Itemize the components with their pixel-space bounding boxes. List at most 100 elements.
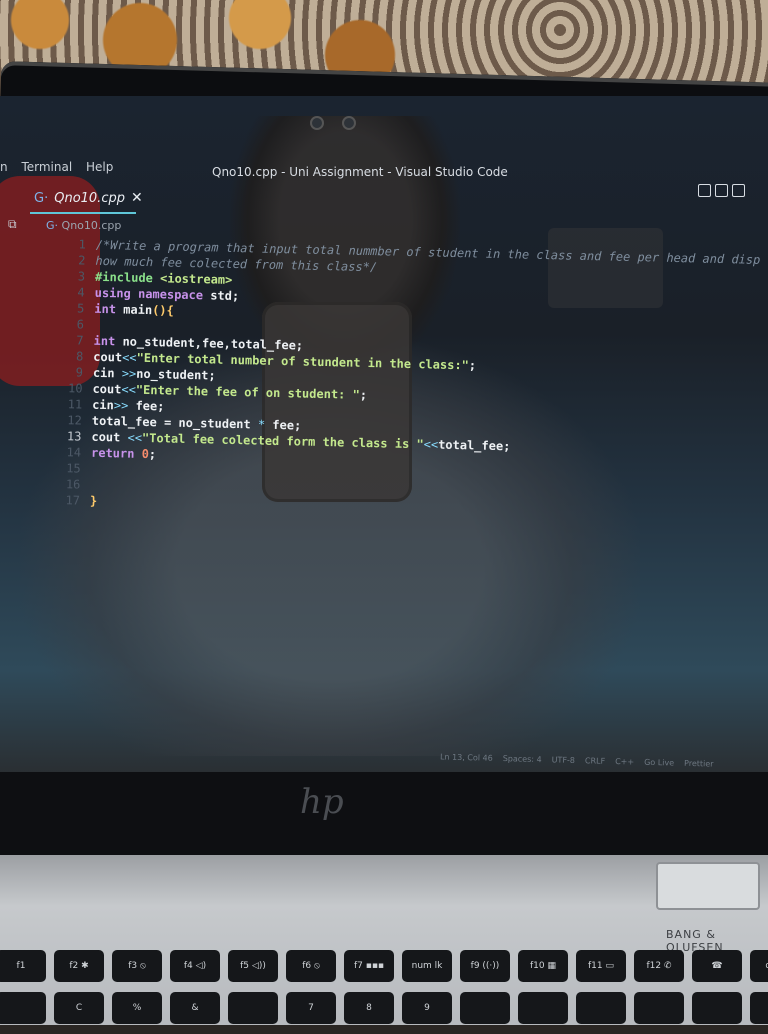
keyboard-key: 7 [286, 992, 336, 1024]
code-token: main [123, 302, 153, 318]
function-key-row: f1 f2 ✱ f3 ⦸ f4 ◁) f5 ◁)) f6 ⦸ f7 ▪▪▪ num lk f9 … [0, 950, 768, 982]
keyboard-key: 9 [402, 992, 452, 1024]
webcam-icon [310, 116, 324, 130]
code-token: >> [121, 366, 137, 381]
code-token: no_student; [136, 366, 216, 383]
keyboard-key: f4 ◁) [170, 950, 220, 982]
code-token: total_fee; [438, 437, 511, 454]
code-token: cout [91, 429, 128, 445]
code-token: fee; [135, 398, 165, 414]
menu-item-partial[interactable]: n [0, 160, 8, 174]
code-token: <iostream> [159, 271, 233, 287]
line-number: 12 [67, 413, 82, 428]
line-number: 15 [66, 461, 81, 476]
line-number: 8 [75, 349, 84, 364]
code-token: std; [210, 288, 240, 304]
keyboard-key: dele [750, 950, 768, 982]
keyboard-key [518, 992, 568, 1024]
keyboard-key: % [112, 992, 162, 1024]
keyboard-key [228, 992, 278, 1024]
keyboard-key: f11 ▭ [576, 950, 626, 982]
code-token: << [122, 350, 137, 365]
code-token: return [90, 445, 142, 461]
keyboard-key [576, 992, 626, 1024]
keyboard-key: f3 ⦸ [112, 950, 162, 982]
hp-logo: hp [300, 782, 344, 822]
status-item[interactable]: Prettier [684, 759, 714, 769]
line-number: 11 [67, 397, 83, 412]
cpp-file-icon: G· [46, 219, 59, 232]
keyboard-key: f5 ◁)) [228, 950, 278, 982]
cpp-file-icon: G· [34, 190, 49, 206]
line-number: 5 [76, 301, 85, 316]
keyboard-key: f6 ⦸ [286, 950, 336, 982]
keyboard-key [634, 992, 684, 1024]
keyboard-key [460, 992, 510, 1024]
code-token: ; [359, 387, 368, 403]
keyboard-key: ☎ [692, 950, 742, 982]
keyboard-key [750, 992, 768, 1024]
toggle-sidebar-icon[interactable] [698, 184, 711, 197]
status-item[interactable]: UTF-8 [552, 755, 576, 765]
status-item[interactable]: CRLF [585, 756, 605, 766]
number-key-row: C% & 7 8 9 [0, 992, 768, 1024]
menu-item-terminal[interactable]: Terminal [21, 160, 72, 174]
status-item[interactable]: Ln 13, Col 46 [440, 752, 493, 762]
keyboard-key: C [54, 992, 104, 1024]
keyboard-key [0, 992, 46, 1024]
code-editor[interactable]: 1/*Write a program that input total numm… [54, 236, 768, 524]
code-token: (){ [151, 303, 174, 318]
keyboard-key: f1 [0, 950, 46, 982]
tab-label: Qno10.cpp [54, 190, 125, 206]
line-number: 16 [65, 477, 81, 492]
code-token: fee; [272, 417, 302, 433]
line-number: 17 [65, 493, 81, 508]
code-token: #include [94, 269, 161, 286]
tab-qno10[interactable]: G· Qno10.cpp ✕ [34, 190, 143, 206]
code-token: << [127, 430, 143, 445]
window-title: Qno10.cpp - Uni Assignment - Visual Stud… [212, 165, 508, 179]
code-token: cin [92, 365, 122, 381]
code-token: << [423, 437, 439, 452]
code-token: cout [93, 349, 123, 365]
webcam-sensor-icon [342, 116, 356, 130]
toggle-panel-icon[interactable] [715, 184, 728, 197]
line-number: 4 [77, 285, 85, 300]
line-number: 7 [76, 333, 84, 348]
breadcrumb-file: Qno10.cpp [61, 219, 122, 232]
keyboard-key: f10 ▦ [518, 950, 568, 982]
keyboard-key [692, 992, 742, 1024]
code-token: >> [113, 398, 136, 413]
status-item[interactable]: Go Live [644, 758, 674, 768]
code-token: } [89, 493, 98, 508]
line-number: 14 [66, 445, 82, 460]
layout-controls [698, 184, 745, 197]
status-item[interactable]: C++ [615, 757, 634, 766]
breadcrumb[interactable]: G· Qno10.cpp [46, 219, 121, 232]
line-number: 13 [66, 429, 82, 444]
close-icon[interactable]: ✕ [131, 190, 143, 206]
line-number: 6 [76, 317, 85, 332]
keyboard-key: 8 [344, 992, 394, 1024]
keyboard-key: num lk [402, 950, 452, 982]
line-number: 10 [67, 381, 83, 396]
keyboard: f1 f2 ✱ f3 ⦸ f4 ◁) f5 ◁)) f6 ⦸ f7 ▪▪▪ num lk f9 … [0, 950, 768, 1034]
menu-item-help[interactable]: Help [86, 160, 113, 174]
keyboard-key: f7 ▪▪▪ [344, 950, 394, 982]
code-token: int [93, 333, 123, 349]
menu-bar: n Terminal Help [0, 160, 123, 180]
keyboard-key: f2 ✱ [54, 950, 104, 982]
line-number: 3 [77, 269, 86, 284]
line-number: 1 [78, 237, 86, 252]
code-token: << [121, 382, 137, 397]
code-token: ; [148, 447, 157, 462]
hinge [656, 862, 760, 910]
keyboard-key: & [170, 992, 220, 1024]
code-token: ; [468, 358, 477, 373]
copy-files-icon[interactable]: ⧉ [8, 217, 17, 232]
line-number: 2 [78, 253, 86, 268]
status-item[interactable]: Spaces: 4 [503, 754, 542, 764]
code-token: * [257, 417, 273, 432]
code-token: cin [92, 397, 115, 413]
toggle-secondary-sidebar-icon[interactable] [732, 184, 745, 197]
